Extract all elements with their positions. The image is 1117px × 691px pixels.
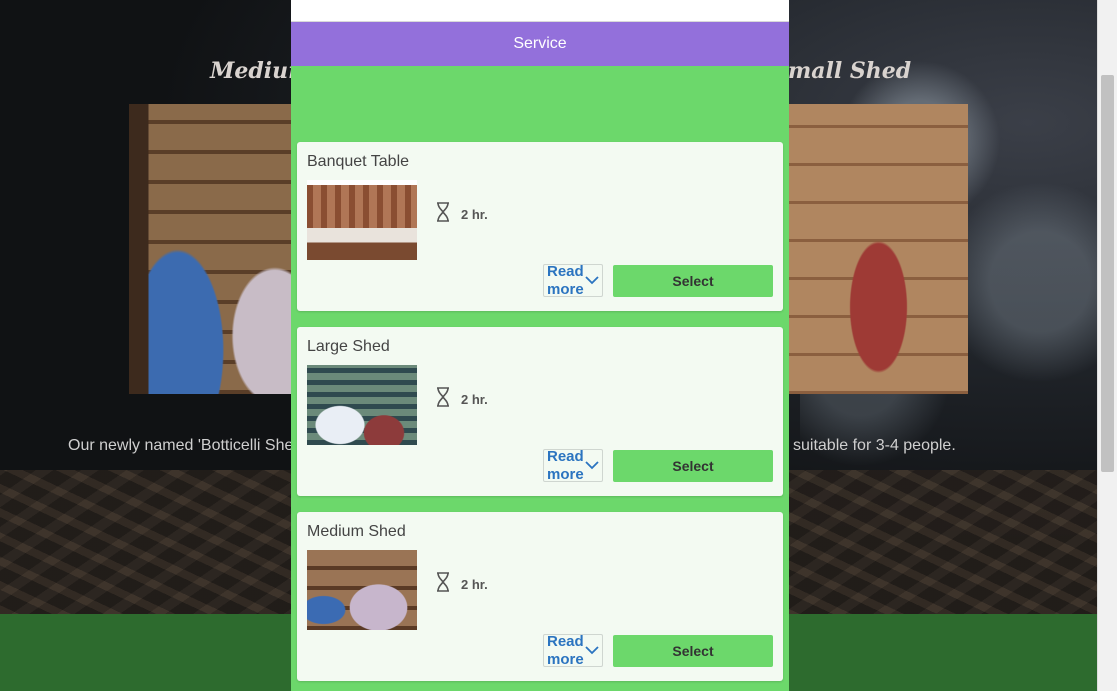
duration-text: 2 hr.: [461, 577, 488, 592]
service-name: Banquet Table: [307, 153, 410, 170]
select-button[interactable]: Select: [613, 635, 773, 667]
background-photo-medium-shed: [129, 104, 291, 394]
service-thumbnail: [307, 550, 417, 630]
read-more-button[interactable]: Read more: [543, 632, 603, 668]
background-photo-small-shed: [789, 104, 968, 394]
service-thumbnail: [307, 180, 417, 260]
service-card-large-shed: Large Shed 2 hr. Read more Select: [297, 327, 783, 496]
background-description-left: Our newly named 'Botticelli She: [68, 437, 294, 454]
hourglass-icon: [435, 387, 451, 412]
background-description-right: suitable for 3-4 people.: [793, 437, 956, 454]
chevron-down-icon: [584, 642, 599, 660]
duration-text: 2 hr.: [461, 392, 488, 407]
page-scrollbar[interactable]: [1097, 0, 1117, 691]
chevron-down-icon: [584, 457, 599, 475]
hourglass-icon: [435, 572, 451, 597]
scrollbar-thumb[interactable]: [1101, 75, 1114, 472]
service-card-medium-shed: Medium Shed 2 hr. Read more Select: [297, 512, 783, 681]
read-more-label: Read more: [547, 447, 584, 483]
hourglass-icon: [435, 202, 451, 227]
service-card-banquet-table: Banquet Table 2 hr. Read more Select: [297, 142, 783, 311]
service-duration: 2 hr.: [435, 572, 488, 597]
read-more-button[interactable]: Read more: [543, 447, 603, 483]
chevron-down-icon: [584, 272, 599, 290]
service-thumbnail: [307, 365, 417, 445]
read-more-button[interactable]: Read more: [543, 262, 603, 298]
modal-title: Service: [513, 35, 567, 52]
select-button[interactable]: Select: [613, 265, 773, 297]
service-duration: 2 hr.: [435, 202, 488, 227]
modal-header: Service: [291, 22, 789, 66]
background-heading-small-shed: mall Shed: [788, 58, 912, 84]
service-name: Medium Shed: [307, 523, 406, 540]
read-more-label: Read more: [547, 262, 584, 298]
modal-top-bar: [291, 0, 789, 22]
read-more-label: Read more: [547, 632, 584, 668]
service-duration: 2 hr.: [435, 387, 488, 412]
service-list: Banquet Table 2 hr. Read more Select Lar…: [291, 66, 789, 681]
select-button[interactable]: Select: [613, 450, 773, 482]
duration-text: 2 hr.: [461, 207, 488, 222]
service-modal: Service Banquet Table 2 hr. Read more Se…: [291, 0, 789, 691]
service-name: Large Shed: [307, 338, 390, 355]
